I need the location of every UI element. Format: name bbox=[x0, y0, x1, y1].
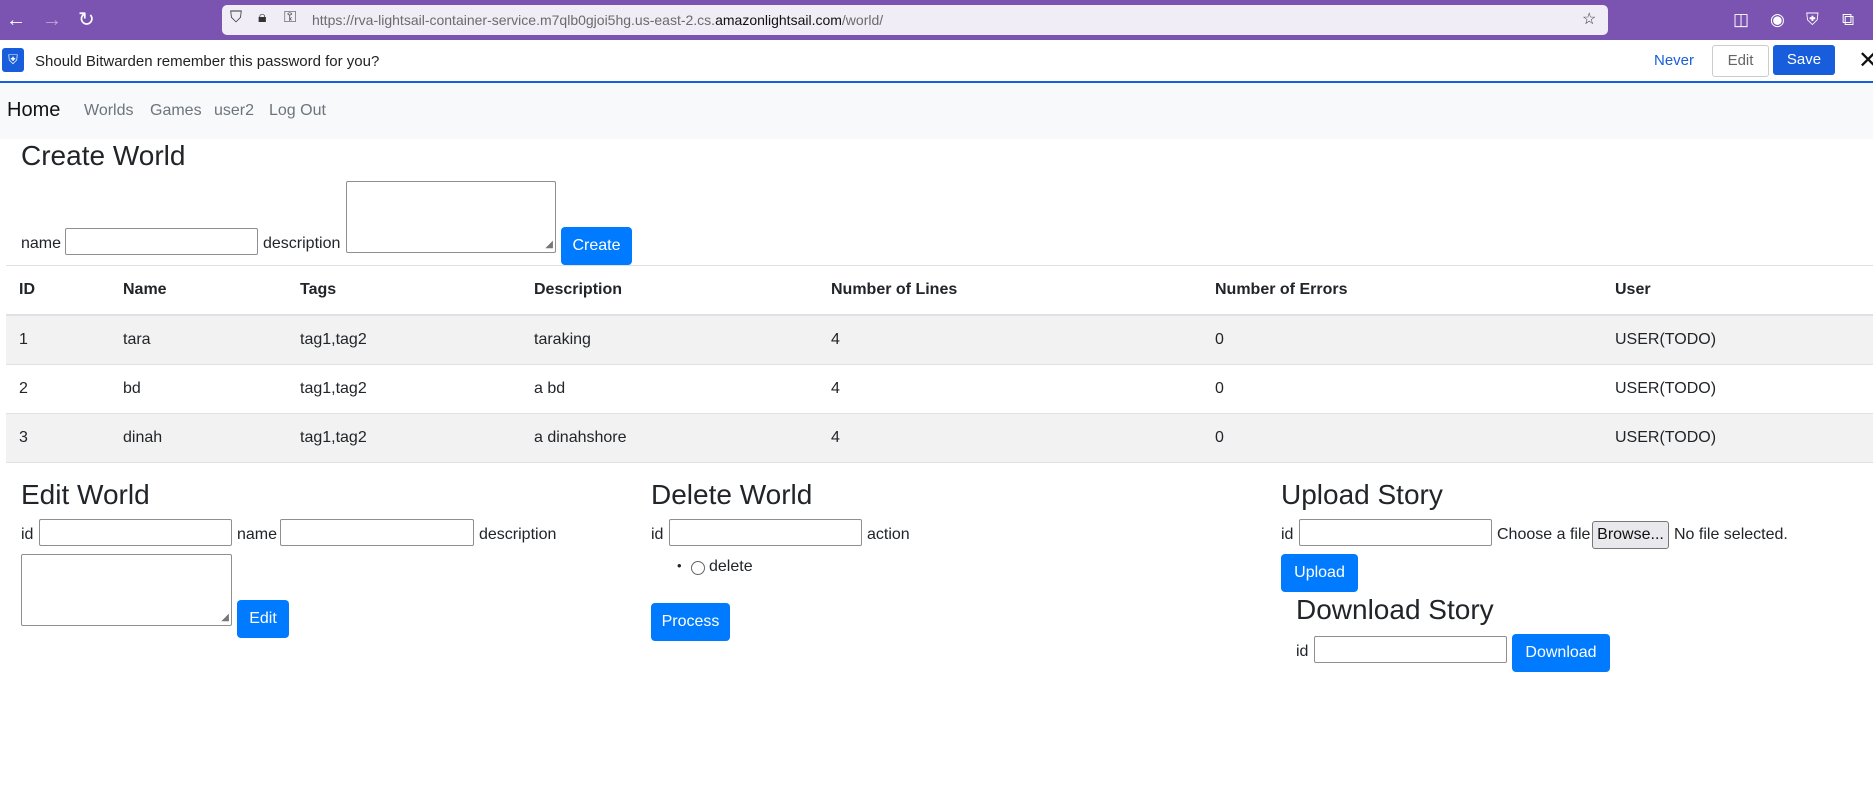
delete-action-label: action bbox=[867, 526, 910, 543]
delete-radio[interactable] bbox=[691, 561, 705, 575]
pocket-icon[interactable]: ◫ bbox=[1733, 10, 1749, 30]
extensions-icon[interactable]: ⧉ bbox=[1842, 10, 1854, 30]
address-bar[interactable]: ⛉ 🔒︎ ⚿ https://rva-lightsail-container-s… bbox=[222, 5, 1608, 35]
browser-toolbar: ← → ↻ ⛉ 🔒︎ ⚿ https://rva-lightsail-conta… bbox=[0, 0, 1873, 40]
upload-id-input[interactable] bbox=[1299, 519, 1492, 546]
table-row: 1 tara tag1,tag2 taraking 4 0 USER(TODO) bbox=[6, 316, 1873, 365]
cell-user: USER(TODO) bbox=[1615, 380, 1717, 397]
create-world-title: Create World bbox=[21, 140, 186, 171]
url-text[interactable]: https://rva-lightsail-container-service.… bbox=[312, 12, 883, 28]
cell-name: tara bbox=[123, 331, 151, 348]
cell-errors: 0 bbox=[1215, 331, 1224, 348]
edit-world-title: Edit World bbox=[21, 479, 150, 510]
edit-id-input[interactable] bbox=[39, 519, 232, 546]
account-icon[interactable]: ◉ bbox=[1770, 10, 1785, 30]
table-header-row: ID Name Tags Description Number of Lines… bbox=[6, 266, 1873, 316]
header-description: Description bbox=[534, 281, 623, 298]
edit-id-label: id bbox=[21, 526, 34, 543]
never-button[interactable]: Never bbox=[1654, 52, 1694, 69]
bitwarden-save-bar: ⛨ Should Bitwarden remember this passwor… bbox=[0, 40, 1873, 83]
table-row: 2 bd tag1,tag2 a bd 4 0 USER(TODO) bbox=[6, 365, 1873, 414]
reload-icon[interactable]: ↻ bbox=[78, 8, 95, 32]
close-icon[interactable]: ✕ bbox=[1858, 46, 1873, 75]
cell-description: a dinahshore bbox=[534, 429, 627, 446]
create-name-label: name bbox=[21, 235, 62, 252]
process-button[interactable]: Process bbox=[651, 603, 730, 641]
cell-user: USER(TODO) bbox=[1615, 331, 1717, 348]
upload-story-title: Upload Story bbox=[1281, 479, 1443, 510]
cell-id: 1 bbox=[19, 331, 28, 348]
edit-description-textarea[interactable]: ◢ bbox=[21, 554, 232, 626]
edit-description-label: description bbox=[479, 526, 557, 543]
cell-tags: tag1,tag2 bbox=[300, 429, 367, 446]
header-lines: Number of Lines bbox=[831, 281, 958, 298]
shield-icon[interactable]: ⛉ bbox=[230, 9, 242, 27]
header-tags: Tags bbox=[300, 281, 337, 298]
bitwarden-save-button[interactable]: Save bbox=[1773, 45, 1835, 75]
lock-icon[interactable]: 🔒︎ bbox=[258, 9, 267, 27]
list-bullet-icon: • bbox=[677, 558, 682, 573]
resize-grip-icon[interactable]: ◢ bbox=[221, 612, 229, 623]
bitwarden-logo-icon: ⛨ bbox=[2, 48, 24, 72]
nav-link-games[interactable]: Games bbox=[150, 102, 202, 120]
forward-icon[interactable]: → bbox=[42, 8, 62, 32]
delete-option-label: delete bbox=[709, 558, 753, 575]
nav-brand-home[interactable]: Home bbox=[7, 99, 60, 122]
create-description-textarea[interactable]: ◢ bbox=[346, 181, 556, 253]
cell-user: USER(TODO) bbox=[1615, 429, 1717, 446]
cell-name: bd bbox=[123, 380, 141, 397]
cell-id: 2 bbox=[19, 380, 28, 397]
cell-description: a bd bbox=[534, 380, 566, 397]
download-id-input[interactable] bbox=[1314, 636, 1507, 663]
browse-button[interactable]: Browse... bbox=[1592, 521, 1669, 549]
bitwarden-icon[interactable]: ⛨ bbox=[1806, 10, 1819, 30]
upload-id-label: id bbox=[1281, 526, 1294, 543]
cell-errors: 0 bbox=[1215, 429, 1224, 446]
header-id: ID bbox=[19, 281, 35, 298]
create-description-label: description bbox=[263, 235, 341, 252]
download-button[interactable]: Download bbox=[1512, 634, 1610, 672]
download-story-title: Download Story bbox=[1296, 594, 1494, 625]
edit-name-input[interactable] bbox=[280, 519, 474, 546]
site-navbar: Home Worlds Games user2 Log Out bbox=[0, 83, 1873, 139]
create-button[interactable]: Create bbox=[561, 227, 632, 265]
delete-id-label: id bbox=[651, 526, 664, 543]
header-name: Name bbox=[123, 281, 167, 298]
worlds-table: ID Name Tags Description Number of Lines… bbox=[6, 265, 1873, 463]
edit-name-label: name bbox=[237, 526, 278, 543]
key-icon[interactable]: ⚿ bbox=[284, 9, 296, 27]
back-icon[interactable]: ← bbox=[6, 8, 26, 32]
nav-link-worlds[interactable]: Worlds bbox=[84, 102, 134, 120]
nav-link-logout[interactable]: Log Out bbox=[269, 102, 326, 120]
cell-lines: 4 bbox=[831, 429, 840, 446]
nav-link-user[interactable]: user2 bbox=[214, 102, 254, 120]
bitwarden-message: Should Bitwarden remember this password … bbox=[35, 53, 380, 70]
cell-name: dinah bbox=[123, 429, 163, 446]
cell-lines: 4 bbox=[831, 380, 840, 397]
cell-id: 3 bbox=[19, 429, 28, 446]
cell-tags: tag1,tag2 bbox=[300, 331, 367, 348]
no-file-label: No file selected. bbox=[1674, 526, 1788, 543]
bookmark-star-icon[interactable]: ☆ bbox=[1582, 9, 1596, 29]
download-id-label: id bbox=[1296, 643, 1309, 660]
delete-world-title: Delete World bbox=[651, 479, 813, 510]
header-user: User bbox=[1615, 281, 1651, 298]
delete-id-input[interactable] bbox=[669, 519, 862, 546]
cell-errors: 0 bbox=[1215, 380, 1224, 397]
table-row: 3 dinah tag1,tag2 a dinahshore 4 0 USER(… bbox=[6, 414, 1873, 463]
create-name-input[interactable] bbox=[65, 228, 258, 255]
edit-button[interactable]: Edit bbox=[237, 600, 289, 638]
cell-tags: tag1,tag2 bbox=[300, 380, 367, 397]
upload-button[interactable]: Upload bbox=[1281, 554, 1358, 592]
choose-file-label: Choose a file bbox=[1497, 526, 1591, 543]
cell-lines: 4 bbox=[831, 331, 840, 348]
header-errors: Number of Errors bbox=[1215, 281, 1348, 298]
bitwarden-edit-button[interactable]: Edit bbox=[1712, 45, 1769, 77]
resize-grip-icon[interactable]: ◢ bbox=[545, 239, 553, 250]
cell-description: taraking bbox=[534, 331, 591, 348]
